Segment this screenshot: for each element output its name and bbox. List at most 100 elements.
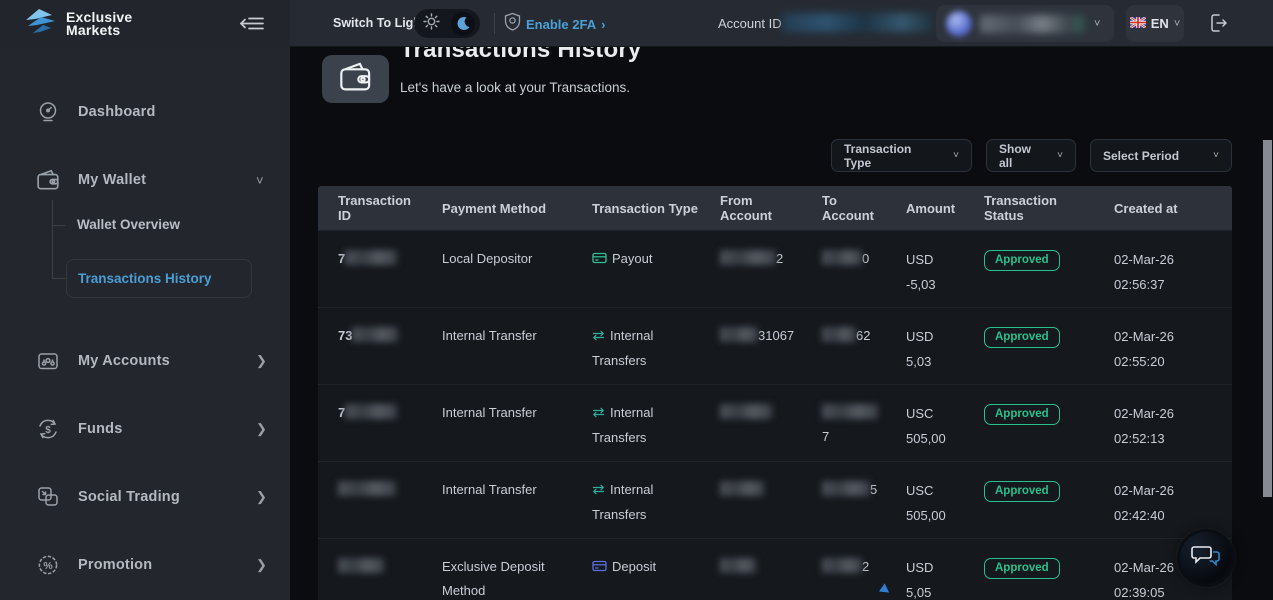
- sidebar-item-funds[interactable]: $ Funds ❯: [0, 409, 290, 449]
- chevron-down-icon: ˅: [1094, 18, 1100, 30]
- col-transaction-status: Transaction Status: [964, 193, 1094, 223]
- status-badge: Approved: [984, 404, 1060, 425]
- redacted-value: [822, 404, 878, 419]
- enable-2fa-link[interactable]: Enable 2FA ›: [504, 12, 605, 37]
- sidebar-item-label: Funds: [78, 421, 123, 437]
- account-selector[interactable]: ˅: [936, 5, 1114, 42]
- show-all-filter[interactable]: Show all ˅: [986, 139, 1076, 172]
- table-header-row: Transaction ID Payment Method Transactio…: [318, 186, 1232, 230]
- sidebar-item-wallet-overview[interactable]: Wallet Overview: [77, 216, 180, 234]
- transaction-type-icon: [592, 556, 607, 580]
- status-badge: Approved: [984, 250, 1060, 271]
- table-row[interactable]: Internal Transfer Internal Transfers 5 U…: [318, 461, 1232, 538]
- sidebar-item-label: Promotion: [78, 557, 152, 573]
- theme-toggle[interactable]: [414, 9, 480, 38]
- redacted-value: [345, 404, 397, 419]
- page-subtitle: Let's have a look at your Transactions.: [400, 80, 630, 95]
- sidebar-item-label: Wallet Overview: [77, 217, 180, 232]
- sidebar-item-my-wallet[interactable]: My Wallet ˅: [0, 160, 290, 200]
- topbar: Exclusive Markets Switch To Light: [0, 0, 1273, 47]
- table-row[interactable]: 7 Internal Transfer Internal Transfers 7…: [318, 384, 1232, 461]
- moon-icon: [451, 12, 475, 36]
- transaction-type-icon: [592, 402, 605, 426]
- sidebar: Dashboard My Wallet ˅ Wallet Overview Tr…: [0, 47, 290, 600]
- select-period-filter-label: Select Period: [1103, 149, 1179, 163]
- avatar: [946, 11, 972, 37]
- enable-2fa-label: Enable 2FA: [526, 17, 596, 32]
- chevron-right-icon: ❯: [256, 489, 267, 505]
- sidebar-item-dashboard[interactable]: Dashboard: [0, 92, 290, 132]
- sidebar-item-social-trading[interactable]: Social Trading ❯: [0, 477, 290, 517]
- redacted-value: [338, 558, 384, 573]
- transaction-type-filter[interactable]: Transaction Type ˅: [831, 139, 972, 172]
- sidebar-item-label: Transactions History: [78, 271, 212, 286]
- redacted-value: [822, 250, 862, 265]
- sidebar-item-my-accounts[interactable]: My Accounts ❯: [0, 341, 290, 381]
- table-row[interactable]: Exclusive Deposit Method Deposit 2 USD 5…: [318, 538, 1232, 600]
- cell-created-at: 02-Mar-26 02:52:13: [1094, 385, 1232, 461]
- col-amount: Amount: [886, 201, 964, 216]
- submenu-tree-line: [52, 200, 53, 279]
- chevron-right-icon: ❯: [256, 353, 267, 369]
- accounts-icon: [34, 348, 62, 374]
- redacted-value: [338, 481, 396, 496]
- sidebar-item-label: Social Trading: [78, 489, 180, 505]
- main-content: Transactions History Let's have a look a…: [290, 0, 1273, 600]
- chevron-down-icon: ˅: [953, 150, 959, 161]
- cell-transaction-type: Internal Transfers: [572, 462, 700, 538]
- sidebar-item-promotion[interactable]: % Promotion ❯: [0, 545, 290, 585]
- cell-transaction-type: Internal Transfers: [572, 308, 700, 384]
- table-row[interactable]: 7 Local Depositor Payout 2 0 USD -5,03 A…: [318, 230, 1232, 307]
- sidebar-item-transactions-history[interactable]: Transactions History: [66, 259, 252, 298]
- cell-transaction-id: 7: [318, 385, 422, 461]
- sidebar-item-label: Dashboard: [78, 104, 156, 120]
- language-selector[interactable]: EN ˅: [1126, 5, 1184, 42]
- cell-amount: USC505,00: [886, 385, 964, 461]
- table-row[interactable]: 73 Internal Transfer Internal Transfers …: [318, 307, 1232, 384]
- uk-flag-icon: [1130, 15, 1146, 33]
- logout-icon[interactable]: [1206, 11, 1230, 40]
- cell-to-account: 0: [802, 231, 886, 307]
- cell-transaction-status: Approved: [964, 462, 1094, 538]
- col-from-account: From Account: [700, 193, 802, 223]
- vertical-scrollbar[interactable]: [1263, 140, 1272, 497]
- chevron-right-icon: ❯: [256, 421, 267, 437]
- cell-from-account: [700, 539, 802, 600]
- cell-to-account: 2: [802, 539, 886, 600]
- promotion-icon: %: [34, 552, 62, 578]
- brand-logo[interactable]: Exclusive Markets: [24, 7, 132, 40]
- transaction-type-icon: [592, 479, 605, 503]
- cell-created-at: 02-Mar-26 02:42:40: [1094, 462, 1232, 538]
- funds-icon: $: [34, 416, 62, 442]
- theme-toggle-label: Switch To Light: [333, 16, 425, 30]
- cell-transaction-id: 7: [318, 231, 422, 307]
- status-badge: Approved: [984, 481, 1060, 502]
- cell-transaction-id: [318, 462, 422, 538]
- redacted-value: [720, 404, 772, 419]
- redacted-value: [720, 327, 758, 342]
- chat-widget-button[interactable]: [1180, 532, 1232, 584]
- page-wallet-icon-box: [322, 55, 389, 103]
- show-all-filter-label: Show all: [999, 142, 1039, 170]
- cell-from-account: [700, 385, 802, 461]
- chevron-down-icon: ˅: [1057, 150, 1063, 161]
- cell-payment-method: Internal Transfer: [422, 462, 572, 538]
- cell-amount: USC505,00: [886, 462, 964, 538]
- sun-icon: [423, 13, 440, 35]
- cell-transaction-id: 73: [318, 308, 422, 384]
- brand-mark-icon: [24, 7, 60, 40]
- svg-text:%: %: [43, 560, 53, 572]
- sidebar-collapse-icon[interactable]: [238, 14, 265, 38]
- filters-bar: Transaction Type ˅ Show all ˅ Select Per…: [831, 139, 1232, 172]
- transactions-table: Transaction ID Payment Method Transactio…: [318, 186, 1232, 600]
- account-id-value-redacted: [782, 13, 932, 32]
- select-period-filter[interactable]: Select Period ˅: [1090, 139, 1232, 172]
- cell-amount: USD 5,03: [886, 308, 964, 384]
- cell-transaction-status: Approved: [964, 539, 1094, 600]
- redacted-value: [822, 481, 870, 496]
- cell-amount: USD -5,03: [886, 231, 964, 307]
- submenu-tree-line: [52, 278, 65, 279]
- redacted-value: [345, 250, 397, 265]
- col-to-account: To Account: [802, 193, 886, 223]
- social-trading-icon: [34, 484, 62, 510]
